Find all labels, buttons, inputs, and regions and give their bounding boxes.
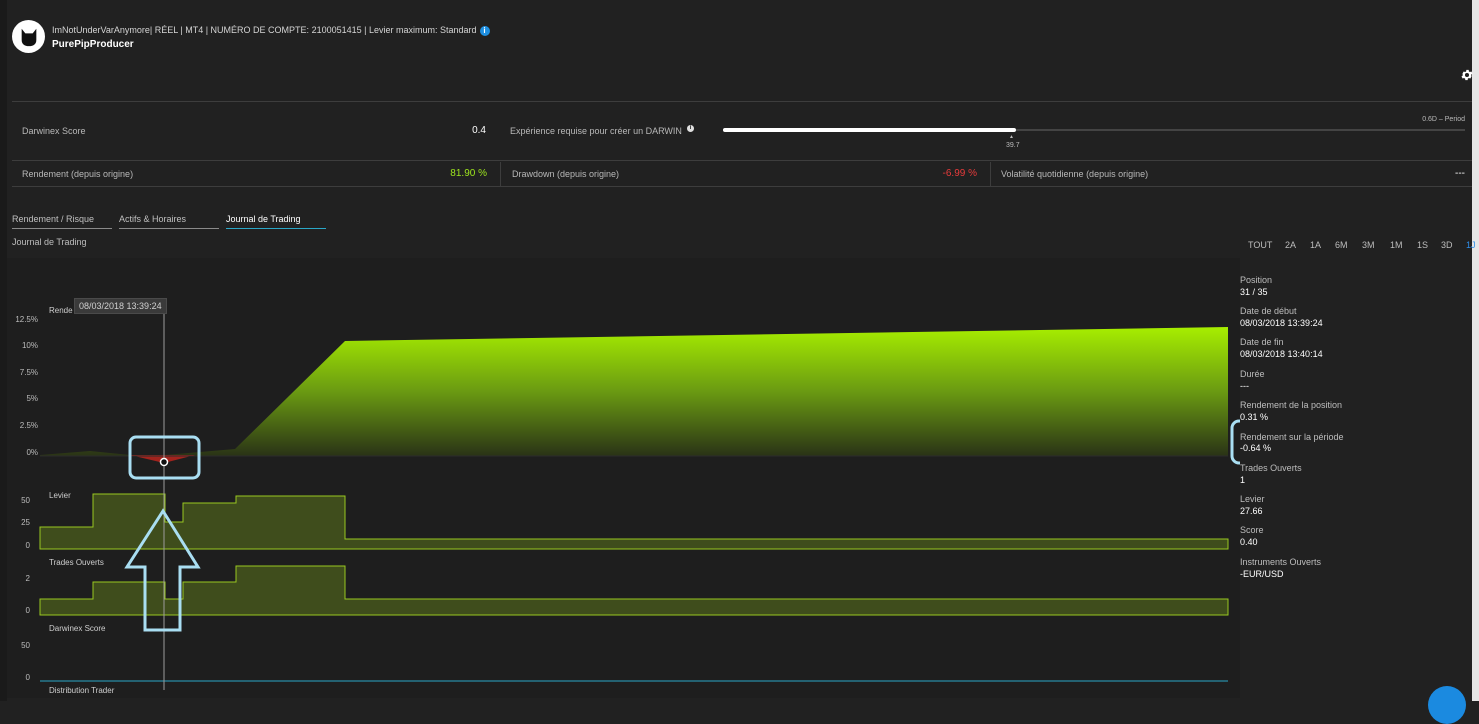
levier-title: Levier xyxy=(49,491,71,500)
rendement-tick: 10% xyxy=(21,341,38,350)
distribution-title: Distribution Trader xyxy=(49,686,115,695)
duree-label: Durée xyxy=(1240,369,1265,379)
debut-value: 08/03/2018 13:39:24 xyxy=(1240,318,1323,328)
chat-icon[interactable] xyxy=(1428,686,1466,724)
divider xyxy=(990,162,991,186)
crosshair-point xyxy=(159,457,169,467)
experience-value: 39.7 xyxy=(1006,142,1020,149)
darwinex-score-label: Darwinex Score xyxy=(22,126,86,136)
rendement-label: Rendement (depuis origine) xyxy=(22,169,134,179)
rend-position-label: Rendement de la position xyxy=(1240,400,1343,410)
drawdown-label: Drawdown (depuis origine) xyxy=(512,169,620,179)
period-3d[interactable]: 3D xyxy=(1441,240,1453,250)
darwinex-score-value: 0.4 xyxy=(472,125,486,136)
period-6m[interactable]: 6M xyxy=(1335,240,1348,250)
period-tout[interactable]: TOUT xyxy=(1248,240,1272,250)
rendement-tick: 0% xyxy=(26,448,38,457)
rend-position-value: 0.31 % xyxy=(1240,412,1269,422)
divider xyxy=(12,101,1472,102)
period-1m[interactable]: 1M xyxy=(1390,240,1403,250)
instruments-value: -EUR/USD xyxy=(1240,569,1284,579)
divider xyxy=(12,160,1472,161)
drawdown-value: -6.99 % xyxy=(942,168,977,179)
account-info-line: ImNotUnderVarAnymore| RÉEL | MT4 | NUMÉR… xyxy=(52,25,490,36)
avatar-cat-icon xyxy=(21,28,36,46)
avatar xyxy=(12,20,45,53)
experience-marker: ▲ xyxy=(1009,134,1014,140)
rendement-value: 81.90 % xyxy=(450,168,487,179)
duree-value: --- xyxy=(1240,381,1249,391)
rend-periode-value: -0.64 % xyxy=(1240,443,1272,453)
score-title: Darwinex Score xyxy=(49,624,106,633)
period-1s[interactable]: 1S xyxy=(1417,240,1428,250)
divider xyxy=(500,162,501,186)
position-value: 31 / 35 xyxy=(1240,287,1268,297)
trading-chart[interactable] xyxy=(0,258,1240,698)
volatilite-value: --- xyxy=(1455,168,1465,179)
position-label: Position xyxy=(1240,275,1273,285)
info-icon[interactable]: i xyxy=(479,25,490,36)
rendement-tick: 5% xyxy=(26,394,38,403)
levier-tick: 25 xyxy=(21,518,30,527)
rendement-tick: 12.5% xyxy=(15,315,38,324)
info-icon[interactable]: i xyxy=(687,125,694,132)
levier-tick: 0 xyxy=(25,541,30,550)
score-tick: 50 xyxy=(21,641,30,650)
levier-tick: 50 xyxy=(21,496,30,505)
tab-journal-de-trading[interactable]: Journal de Trading xyxy=(226,214,326,229)
rendement-title: Rende xyxy=(49,306,73,315)
rendement-tick: 7.5% xyxy=(19,368,38,377)
account-name: PurePipProducer xyxy=(52,39,134,50)
trades-ouverts-label: Trades Ouverts xyxy=(1240,463,1302,473)
debut-label: Date de début xyxy=(1240,306,1297,316)
trades-title: Trades Ouverts xyxy=(49,558,104,567)
fin-value: 08/03/2018 13:40:14 xyxy=(1240,349,1323,359)
account-info-text: ImNotUnderVarAnymore| RÉEL | MT4 | NUMÉR… xyxy=(52,25,477,35)
gear-icon[interactable] xyxy=(1460,68,1474,82)
levier-value: 27.66 xyxy=(1240,506,1263,516)
experience-progress-fill xyxy=(723,128,1016,132)
crosshair-tooltip: 08/03/2018 13:39:24 xyxy=(74,298,167,314)
rend-periode-label: Rendement sur la période xyxy=(1240,432,1344,442)
trades-tick: 2 xyxy=(25,574,30,583)
right-scrollbar[interactable] xyxy=(1472,0,1479,701)
divider xyxy=(12,186,1472,187)
instruments-label: Instruments Ouverts xyxy=(1240,557,1322,567)
period-3m[interactable]: 3M xyxy=(1362,240,1375,250)
period-label: 0.6D – Period xyxy=(1422,116,1465,123)
period-1j[interactable]: 1J xyxy=(1466,240,1476,250)
tab-actifs-horaires[interactable]: Actifs & Horaires xyxy=(119,214,219,229)
volatilite-label: Volatilité quotidienne (depuis origine) xyxy=(1001,169,1149,179)
section-title: Journal de Trading xyxy=(12,237,87,247)
score-tick: 0 xyxy=(25,673,30,682)
fin-label: Date de fin xyxy=(1240,337,1284,347)
levier-label: Levier xyxy=(1240,494,1265,504)
rendement-tick: 2.5% xyxy=(19,421,38,430)
experience-label: Expérience requise pour créer un DARWIN xyxy=(510,126,682,136)
tab-rendement-risque[interactable]: Rendement / Risque xyxy=(12,214,112,229)
period-2a[interactable]: 2A xyxy=(1285,240,1296,250)
score-label: Score xyxy=(1240,525,1264,535)
score-value: 0.40 xyxy=(1240,537,1258,547)
trades-tick: 0 xyxy=(25,606,30,615)
trades-ouverts-value: 1 xyxy=(1240,475,1246,485)
period-1a[interactable]: 1A xyxy=(1310,240,1321,250)
